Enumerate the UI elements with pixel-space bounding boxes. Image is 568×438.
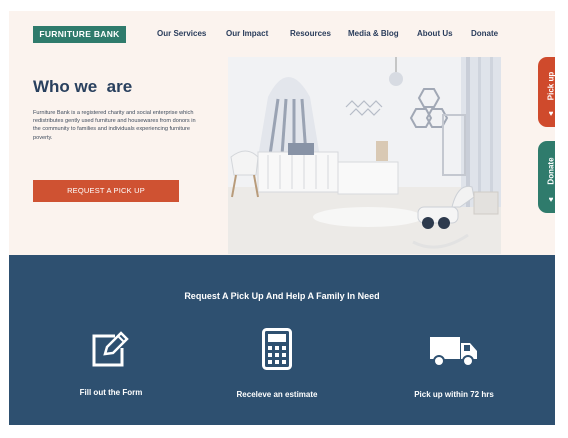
step-pickup-label: Pick up within 72 hrs xyxy=(414,390,494,399)
calculator-icon xyxy=(262,328,292,370)
truck-icon xyxy=(430,337,477,367)
nav-our-services[interactable]: Our Services xyxy=(157,29,206,38)
hero-description: Furniture Bank is a registered charity a… xyxy=(33,110,196,141)
step-fill-form-label: Fill out the Form xyxy=(79,388,143,397)
step-estimate-label: Receleve an estimate xyxy=(236,390,318,399)
pickup-side-tab[interactable]: ♥ Pick up xyxy=(538,57,555,127)
nav-resources[interactable]: Resources xyxy=(290,29,331,38)
page-frame: FURNITURE BANK Our Services Our Impact R… xyxy=(9,11,555,425)
nav-media-blog[interactable]: Media & Blog xyxy=(348,29,399,38)
steps-section: Request A Pick Up And Help A Family In N… xyxy=(9,255,555,425)
heart-icon: ♥ xyxy=(548,195,554,204)
request-pickup-button[interactable]: REQUEST A PICK UP xyxy=(33,180,179,202)
logo[interactable]: FURNITURE BANK xyxy=(33,26,126,43)
edit-form-icon xyxy=(92,331,129,367)
nav-our-impact[interactable]: Our Impact xyxy=(226,29,268,38)
donate-tab-label: Donate xyxy=(546,157,556,185)
heart-icon: ♥ xyxy=(548,109,554,118)
hero-title: Who we are xyxy=(33,77,133,96)
pickup-tab-label: Pick up xyxy=(546,72,556,101)
nav-donate[interactable]: Donate xyxy=(471,29,498,38)
nursery-room-image xyxy=(228,57,501,254)
donate-side-tab[interactable]: ♥ Donate xyxy=(538,141,555,213)
nav-about-us[interactable]: About Us xyxy=(417,29,453,38)
steps-title: Request A Pick Up And Help A Family In N… xyxy=(184,291,380,301)
